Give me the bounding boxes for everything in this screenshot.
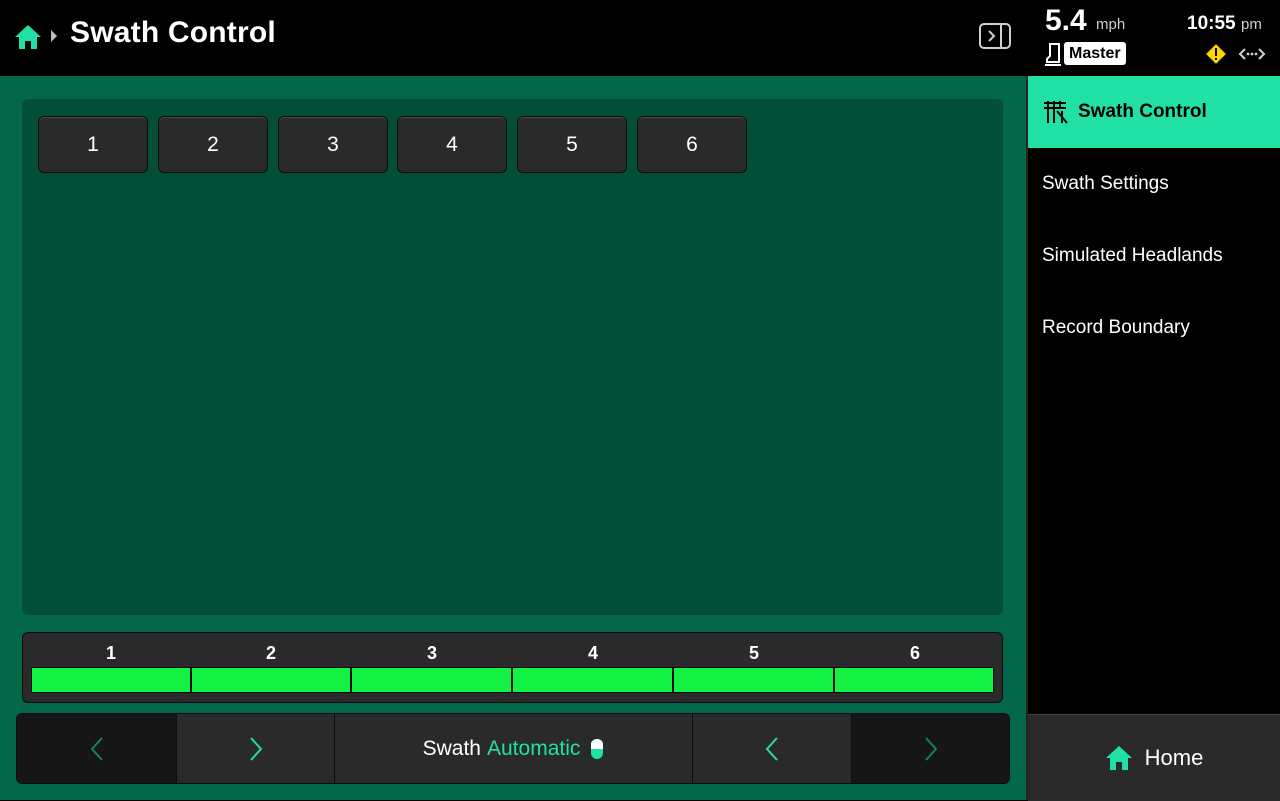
right-scroll-button-2[interactable] [851, 714, 1009, 783]
master-badge[interactable]: Master [1064, 42, 1126, 65]
clock-ampm: pm [1241, 16, 1262, 33]
swath-mode-value: Automatic [487, 736, 581, 760]
sidebar-item-simulated-headlands[interactable]: Simulated Headlands [1028, 220, 1280, 292]
sidebar-item-label: Record Boundary [1042, 317, 1190, 338]
swath-control-icon [1044, 101, 1068, 124]
right-scroll-button-1[interactable] [176, 714, 334, 783]
sidebar-item-label: Swath Settings [1042, 173, 1169, 194]
section-bar-label-4: 4 [587, 643, 598, 663]
chevron-left-icon [90, 736, 103, 761]
chevron-right-icon [51, 30, 57, 42]
sidebar: Swath Control Swath Settings Simulated H… [1026, 76, 1280, 801]
warning-icon[interactable] [1205, 43, 1227, 65]
section-bar-track [31, 667, 994, 693]
master-switch-icon [1045, 43, 1061, 66]
clock-time: 10:55 [1187, 13, 1236, 34]
home-button[interactable]: Home [1028, 714, 1280, 801]
sidebar-item-record-boundary[interactable]: Record Boundary [1028, 292, 1280, 364]
home-button-label: Home [1144, 745, 1204, 770]
toggle-icon [591, 738, 604, 759]
sidebar-item-swath-settings[interactable]: Swath Settings [1028, 148, 1280, 220]
section-bar-segment-5 [674, 668, 833, 692]
section-button-1[interactable]: 1 [38, 116, 148, 173]
control-bar: Swath Automatic [16, 713, 1010, 784]
section-button-3[interactable]: 3 [278, 116, 388, 173]
chevron-right-icon [924, 736, 937, 761]
home-icon[interactable] [14, 24, 42, 50]
section-button-2[interactable]: 2 [158, 116, 268, 173]
section-bar-segment-3 [352, 668, 511, 692]
connection-icon[interactable] [1238, 45, 1266, 63]
section-bar-label-2: 2 [265, 643, 276, 663]
section-button-6[interactable]: 6 [637, 116, 747, 173]
section-bar-segment-4 [513, 668, 672, 692]
chevron-left-icon [765, 736, 778, 761]
section-bar-segment-2 [192, 668, 350, 692]
sidebar-item-label: Simulated Headlands [1042, 245, 1223, 266]
main-content: 1 2 3 4 5 6 1 2 3 4 5 6 Swath Automatic [0, 76, 1026, 800]
page-title: Swath Control [70, 16, 276, 49]
sidebar-item-swath-control[interactable]: Swath Control [1028, 76, 1280, 148]
section-status-bar: 1 2 3 4 5 6 [22, 632, 1003, 703]
speed-unit: mph [1096, 16, 1126, 33]
speed-value: 5.4 [1045, 4, 1087, 37]
section-button-4[interactable]: 4 [397, 116, 507, 173]
app-header: Swath Control [0, 0, 1026, 76]
left-scroll-button-1[interactable] [17, 714, 176, 783]
section-bar-segment-6 [835, 668, 993, 692]
section-bar-label-3: 3 [426, 643, 437, 663]
section-bar-label-6: 6 [909, 643, 920, 663]
swath-label: Swath [422, 736, 481, 760]
sidebar-item-label: Swath Control [1078, 101, 1207, 122]
section-area: 1 2 3 4 5 6 [22, 99, 1003, 615]
section-bar-label-5: 5 [748, 643, 759, 663]
home-icon [1105, 746, 1132, 770]
chevron-right-icon [249, 736, 262, 761]
status-panel: 5.4 mph 10:55 pm Master [1026, 0, 1280, 76]
panel-toggle-icon[interactable] [979, 23, 1011, 49]
section-bar-segment-1 [32, 668, 190, 692]
section-button-5[interactable]: 5 [517, 116, 627, 173]
left-scroll-button-2[interactable] [692, 714, 851, 783]
swath-mode-button[interactable]: Swath Automatic [334, 714, 692, 783]
section-bar-label-1: 1 [105, 643, 116, 663]
